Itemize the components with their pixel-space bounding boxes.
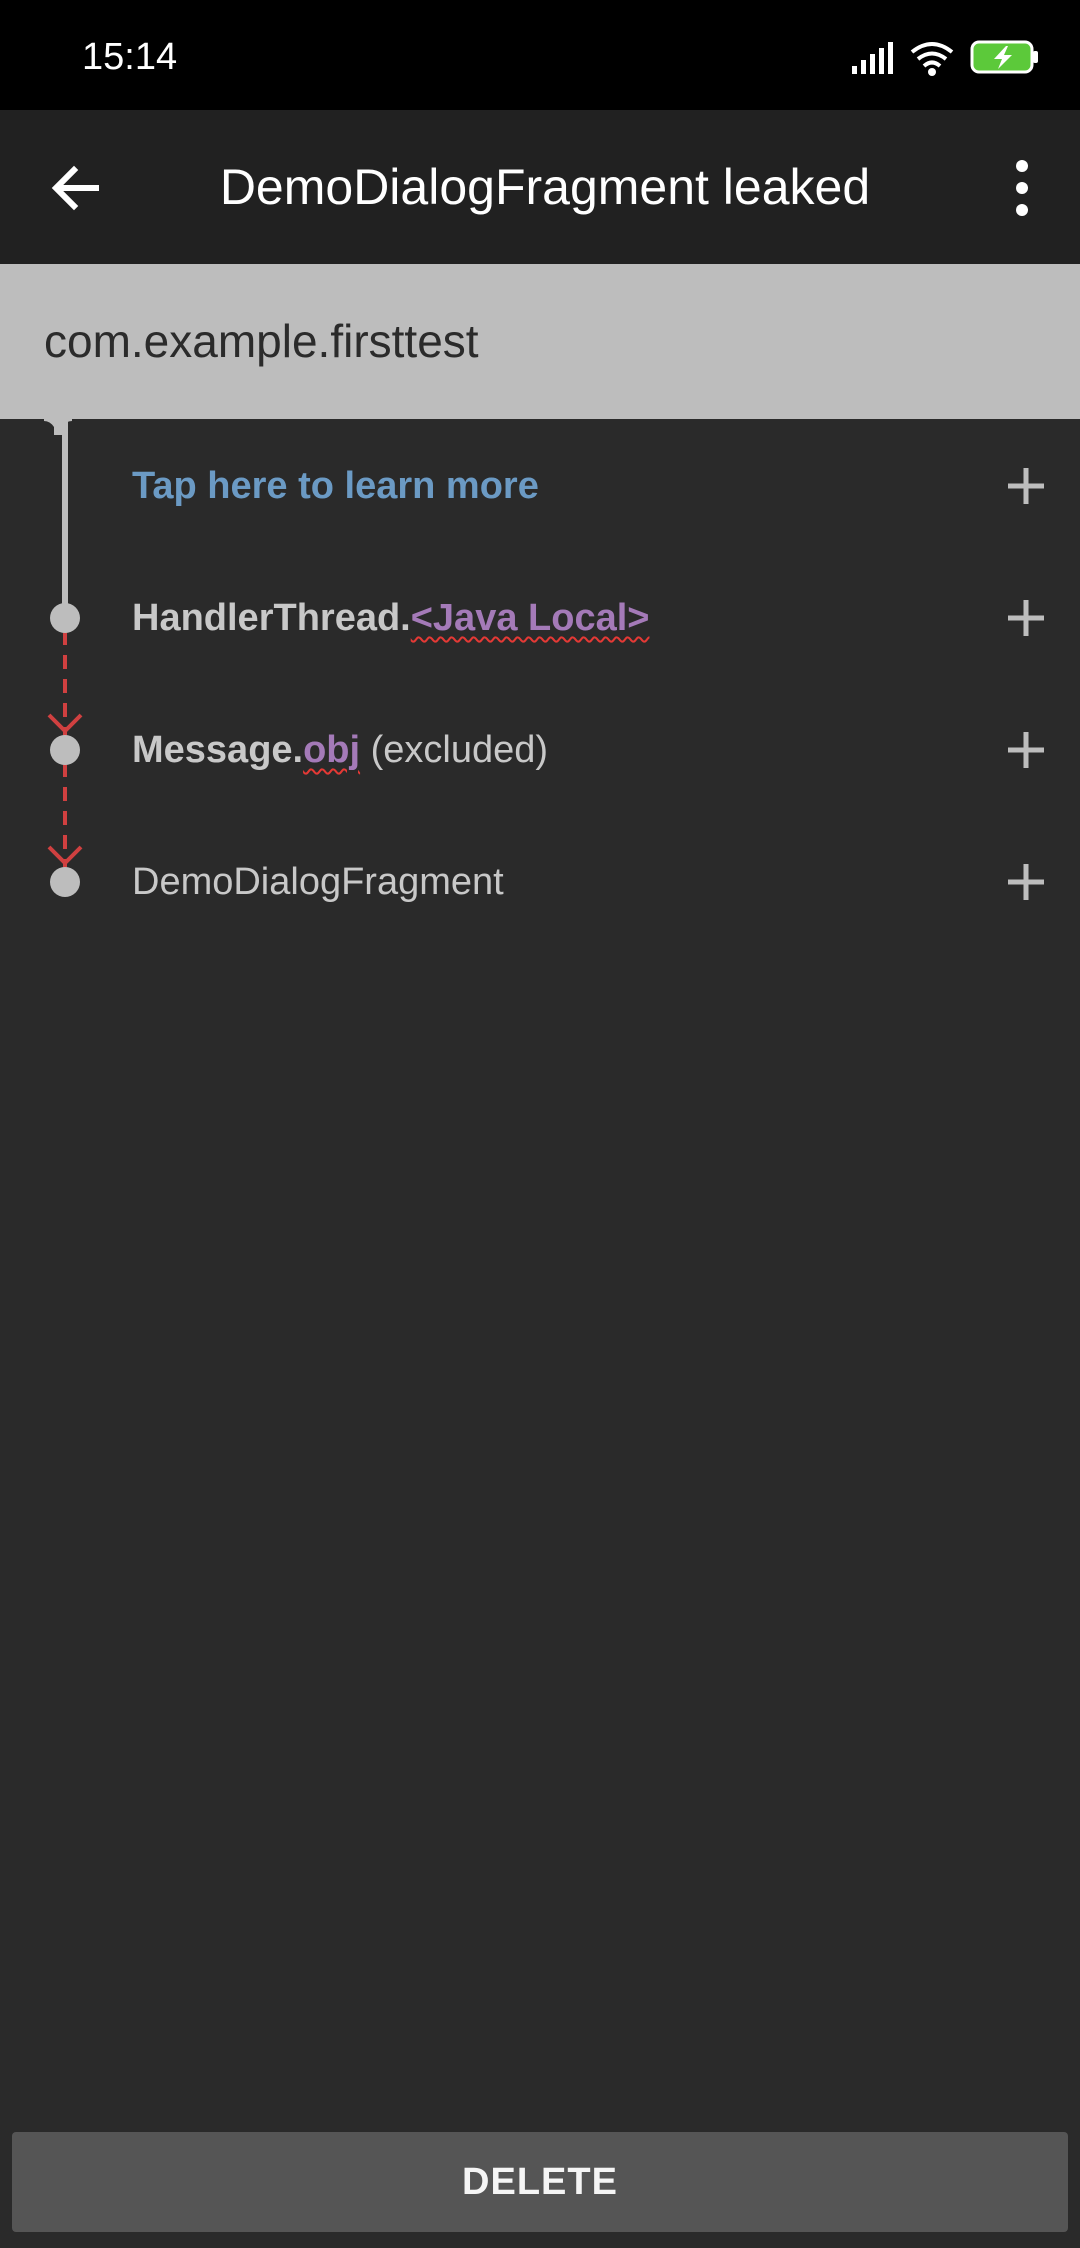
plus-icon <box>1008 864 1044 900</box>
plus-icon <box>1008 468 1044 504</box>
status-bar: 15:14 <box>0 0 1080 110</box>
package-name: com.example.firsttest <box>44 315 479 367</box>
trace-reference-name: obj <box>303 729 361 771</box>
status-icons <box>852 36 1042 80</box>
back-button[interactable] <box>40 152 112 224</box>
wifi-icon <box>910 42 954 76</box>
expand-button[interactable] <box>990 846 1062 918</box>
trace-row-message[interactable]: Message.obj (excluded) <box>0 684 1080 816</box>
expand-button[interactable] <box>990 714 1062 786</box>
trace-row-suffix: (excluded) <box>360 729 549 771</box>
package-header: com.example.firsttest <box>0 264 1080 419</box>
trace-class-name: HandlerThread. <box>132 597 411 639</box>
leak-trace: Tap here to learn more HandlerThread.<Ja… <box>0 419 1080 999</box>
signal-icon <box>852 42 893 74</box>
trace-class-name: DemoDialogFragment <box>132 861 504 903</box>
plus-icon <box>1008 600 1044 636</box>
more-options-button[interactable] <box>986 152 1058 224</box>
arrow-left-icon <box>51 165 99 211</box>
trace-row-label: HandlerThread.<Java Local> <box>132 552 649 684</box>
trace-row-handlerthread[interactable]: HandlerThread.<Java Local> <box>0 552 1080 684</box>
delete-button[interactable]: DELETE <box>12 2132 1068 2232</box>
trace-row-label: Message.obj (excluded) <box>132 684 548 816</box>
battery-charging-icon <box>970 40 1038 74</box>
learn-more-row[interactable]: Tap here to learn more <box>0 420 1080 552</box>
trace-class-name: Message. <box>132 729 304 771</box>
expand-button[interactable] <box>990 582 1062 654</box>
learn-more-link[interactable]: Tap here to learn more <box>132 420 539 552</box>
trace-reference-name: <Java Local> <box>410 597 650 639</box>
plus-icon <box>1008 732 1044 768</box>
expand-button[interactable] <box>990 450 1062 522</box>
more-vert-icon <box>1016 160 1028 216</box>
page-title: DemoDialogFragment leaked <box>219 159 871 215</box>
status-time: 15:14 <box>82 36 178 78</box>
app-bar: DemoDialogFragment leaked <box>0 110 1080 264</box>
trace-row-leaking-object[interactable]: DemoDialogFragment <box>0 816 1080 948</box>
